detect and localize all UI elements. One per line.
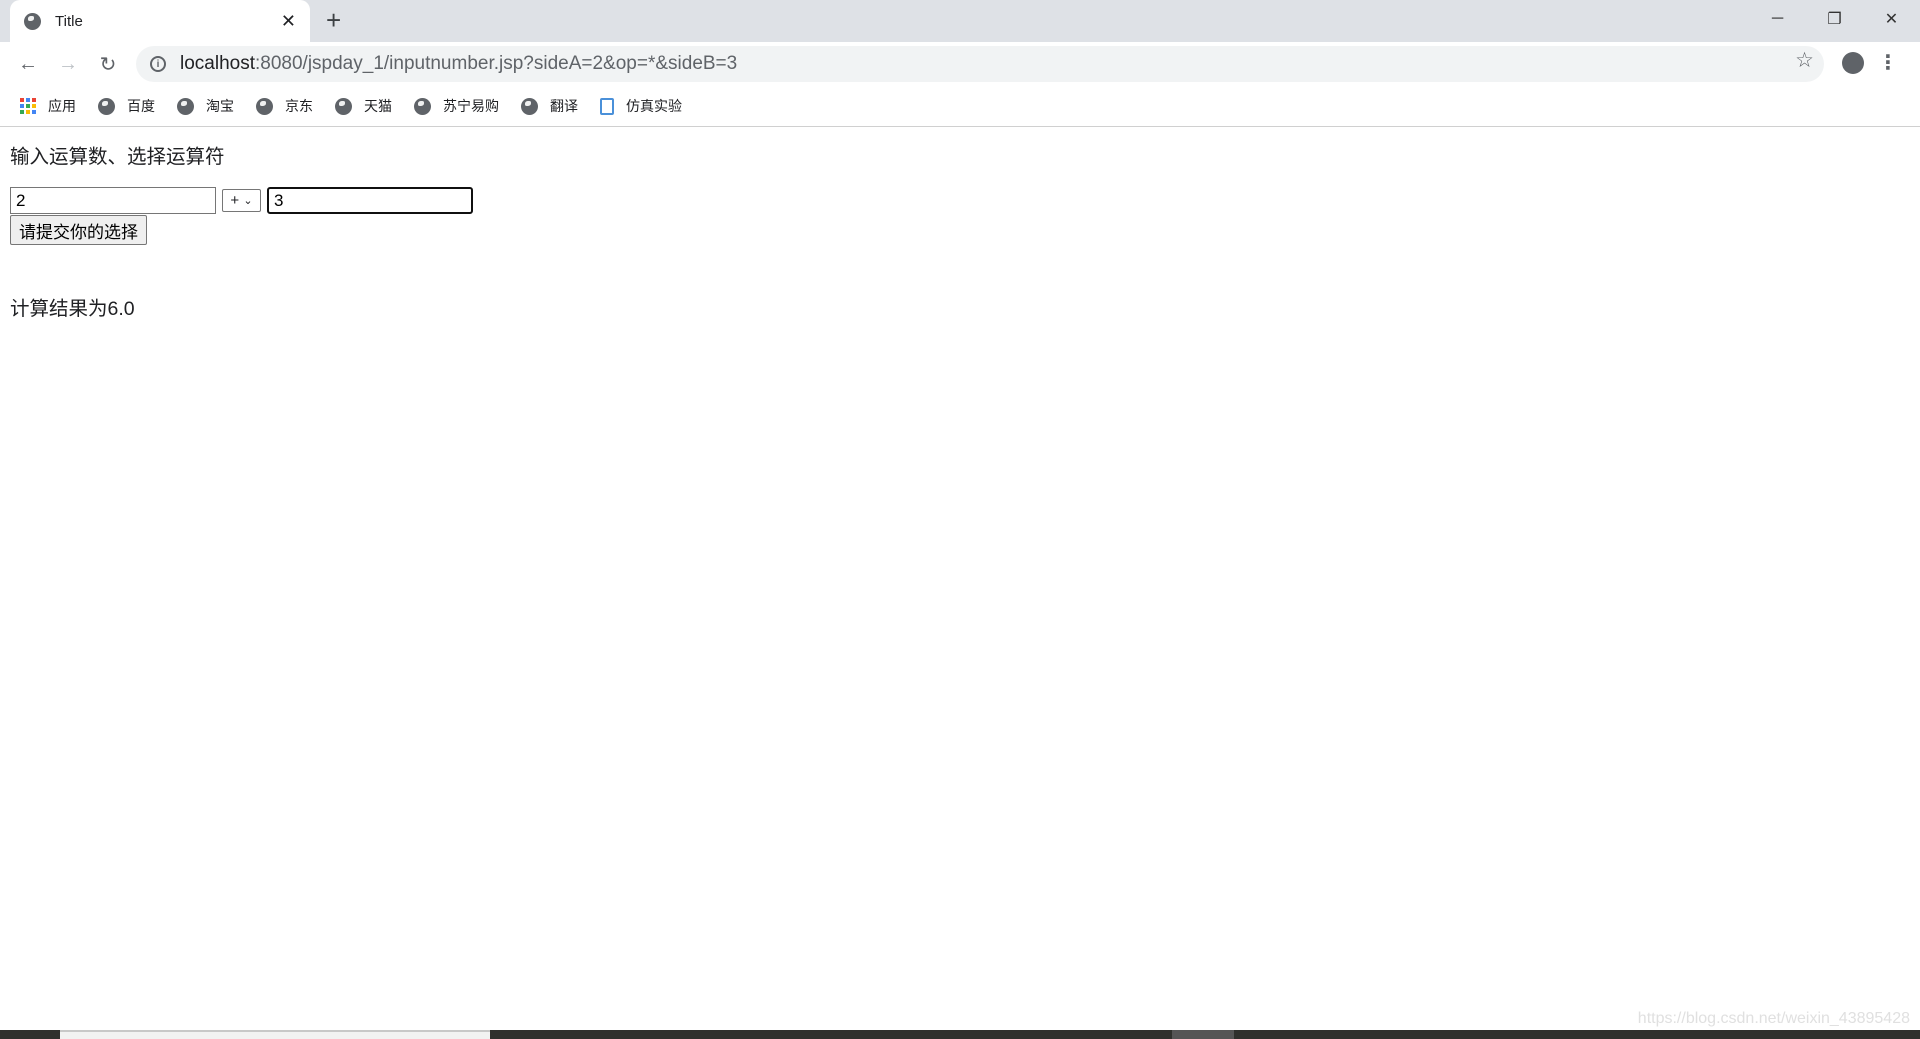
close-window-button[interactable]: ✕ xyxy=(1863,0,1920,38)
bookmark-star-icon[interactable]: ☆ xyxy=(1795,48,1814,73)
bookmark-apps[interactable]: 应用 xyxy=(20,96,76,116)
account-icon[interactable] xyxy=(1842,52,1864,74)
globe-icon xyxy=(177,97,194,115)
taskbar-item[interactable] xyxy=(1172,1030,1234,1039)
bookmark-suning[interactable]: 苏宁易购 xyxy=(414,96,499,116)
bookmark-jd[interactable]: 京东 xyxy=(256,96,313,116)
result-text: 计算结果为6.0 xyxy=(10,298,135,320)
bookmark-baidu[interactable]: 百度 xyxy=(98,96,155,116)
tab-title[interactable]: Title ✕ xyxy=(10,0,310,42)
submit-button[interactable]: 请提交你的选择 xyxy=(10,215,147,245)
close-tab-icon[interactable]: ✕ xyxy=(281,11,296,32)
back-icon[interactable]: ← xyxy=(8,53,48,76)
menu-icon[interactable]: ⋮ xyxy=(1878,50,1898,75)
globe-icon xyxy=(414,97,431,115)
bookmark-taobao[interactable]: 淘宝 xyxy=(177,96,234,116)
bookmark-tmall[interactable]: 天猫 xyxy=(335,96,392,116)
watermark: https://blog.csdn.net/weixin_43895428 xyxy=(1637,1010,1910,1027)
bookmark-simulation[interactable]: 仿真实验 xyxy=(600,96,682,116)
url-host: localhost xyxy=(180,53,255,74)
chevron-down-icon: ⌄ xyxy=(243,195,253,207)
globe-icon xyxy=(98,97,115,115)
info-icon[interactable]: i xyxy=(150,56,166,72)
taskbar xyxy=(0,1030,1920,1039)
bookmarks-bar: 应用 百度 淘宝 京东 天猫 苏宁易购 翻译 仿真实验 xyxy=(0,86,1920,127)
url-path: :8080/jspday_1/inputnumber.jsp?sideA=2&o… xyxy=(255,53,738,74)
page-heading: 输入运算数、选择运算符 xyxy=(10,146,225,168)
forward-icon[interactable]: → xyxy=(48,53,88,76)
browser-toolbar: ← → ↻ i localhost:8080/jspday_1/inputnum… xyxy=(0,42,1920,86)
document-search-icon xyxy=(600,97,614,115)
apps-icon xyxy=(20,98,36,114)
reload-icon[interactable]: ↻ xyxy=(88,52,128,77)
tab-strip: Title ✕ + ─ ❐ ✕ xyxy=(0,0,1920,42)
tab-label: Title xyxy=(55,12,83,30)
globe-icon xyxy=(256,97,273,115)
globe-icon xyxy=(521,97,538,115)
bookmark-translate[interactable]: 翻译 xyxy=(521,96,578,116)
side-a-input[interactable] xyxy=(10,187,216,214)
taskbar-item[interactable] xyxy=(60,1030,490,1039)
globe-icon xyxy=(335,97,352,115)
globe-icon xyxy=(24,12,41,30)
address-bar[interactable]: i localhost:8080/jspday_1/inputnumber.js… xyxy=(136,46,1824,82)
new-tab-button[interactable]: + xyxy=(326,5,341,36)
minimize-button[interactable]: ─ xyxy=(1749,0,1806,38)
operator-select[interactable]: + ⌄ xyxy=(222,189,261,212)
restore-button[interactable]: ❐ xyxy=(1806,0,1863,38)
side-b-input[interactable] xyxy=(267,187,473,214)
